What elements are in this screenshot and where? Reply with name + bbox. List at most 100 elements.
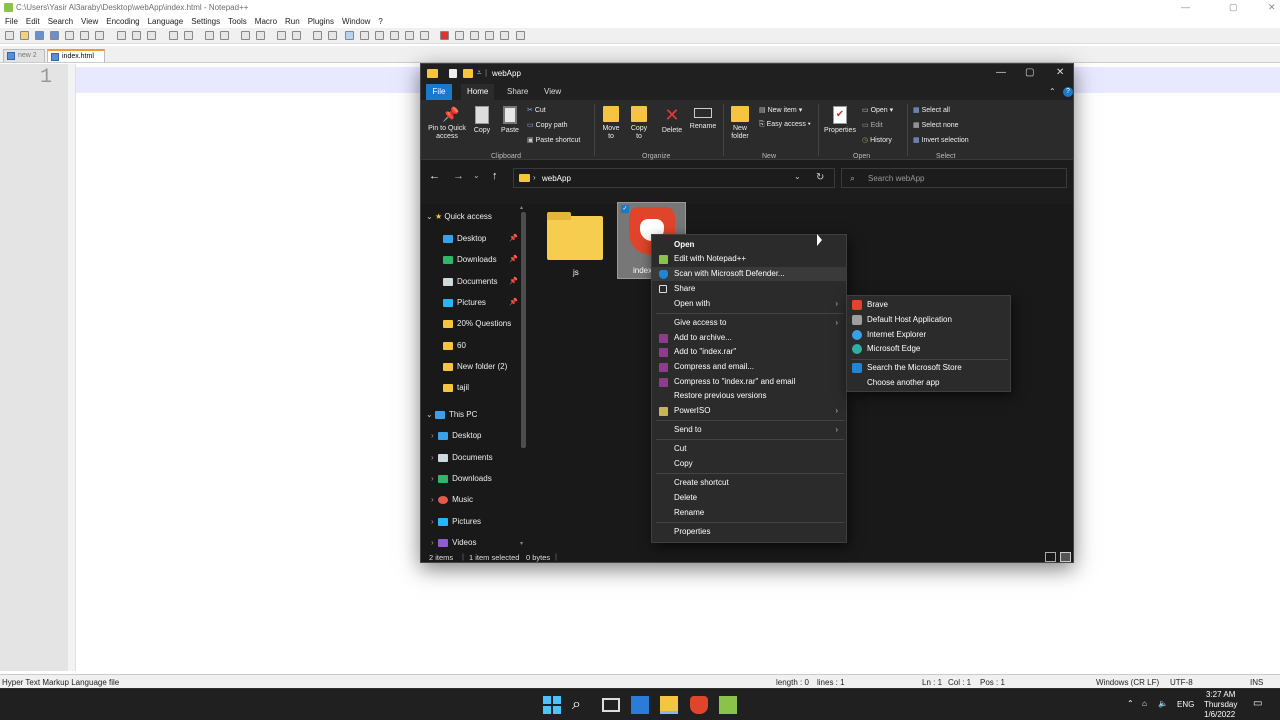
menu-file[interactable]: File: [5, 15, 18, 28]
edit-button[interactable]: ▭ Edit: [862, 121, 883, 129]
file-item-js[interactable]: js: [545, 212, 605, 282]
tab-file[interactable]: File: [426, 84, 452, 100]
notification-icon[interactable]: ▭: [1253, 698, 1262, 709]
nav-pc-pictures[interactable]: › Pictures: [431, 517, 481, 526]
menu-view[interactable]: View: [81, 15, 98, 28]
ctx-add-archive[interactable]: Add to archive...: [652, 331, 846, 345]
volume-icon[interactable]: 🔈: [1158, 699, 1168, 708]
clock-day[interactable]: Thursday: [1204, 700, 1237, 709]
ctx-properties[interactable]: Properties: [652, 525, 846, 539]
nav-item-downloads[interactable]: Downloads: [443, 255, 497, 264]
ctx-delete[interactable]: Delete: [652, 491, 846, 505]
record-macro-icon[interactable]: [440, 31, 449, 40]
new-folder-quick-icon[interactable]: [463, 69, 473, 78]
ctx-add-index-rar[interactable]: Add to "index.rar": [652, 345, 846, 359]
zoom-out-icon[interactable]: [256, 31, 265, 40]
open-with-choose[interactable]: Choose another app: [847, 376, 1010, 390]
nav-pc-videos[interactable]: › Videos: [431, 538, 476, 547]
find-icon[interactable]: [205, 31, 214, 40]
widgets-icon[interactable]: [631, 696, 649, 714]
history-button[interactable]: ◷ History: [862, 136, 892, 144]
invert-selection-button[interactable]: ▦ Invert selection: [913, 136, 969, 144]
move-to-button[interactable]: Move to: [599, 106, 623, 141]
nav-pc-downloads[interactable]: › Downloads: [431, 474, 492, 483]
open-with-default-host[interactable]: Default Host Application: [847, 313, 1010, 327]
scroll-down-icon[interactable]: ▾: [520, 540, 523, 547]
ctx-scan-defender[interactable]: Scan with Microsoft Defender...: [652, 267, 846, 281]
rename-button[interactable]: Rename: [687, 106, 719, 131]
nav-item-documents[interactable]: Documents: [443, 277, 497, 286]
wrap-icon[interactable]: [313, 31, 322, 40]
open-button[interactable]: ▭ Open ▾: [862, 106, 893, 114]
indent-guide-icon[interactable]: [345, 31, 354, 40]
tab-index-html[interactable]: index.html✕: [47, 49, 105, 73]
close-button[interactable]: ✕: [1268, 2, 1276, 13]
redo-icon[interactable]: [184, 31, 193, 40]
maximize-button[interactable]: ▢: [1229, 2, 1238, 13]
forward-icon[interactable]: →: [453, 170, 464, 182]
select-none-button[interactable]: ▦ Select none: [913, 121, 959, 129]
properties-quick-icon[interactable]: [449, 69, 457, 78]
folder-workspace-icon[interactable]: [405, 31, 414, 40]
menu-plugins[interactable]: Plugins: [308, 15, 334, 28]
nav-item-pictures[interactable]: Pictures: [443, 298, 486, 307]
nav-item-tajil[interactable]: tajil: [443, 383, 469, 392]
collapse-ribbon-icon[interactable]: ⌃: [1049, 87, 1056, 96]
save-icon[interactable]: [35, 31, 44, 40]
scroll-up-icon[interactable]: ▴: [520, 204, 523, 211]
close-all-icon[interactable]: [80, 31, 89, 40]
task-view-icon[interactable]: [602, 698, 620, 712]
explorer-maximize-button[interactable]: ▢: [1025, 67, 1034, 78]
menu-help[interactable]: ?: [378, 15, 382, 28]
ctx-cut[interactable]: Cut: [652, 442, 846, 456]
search-icon[interactable]: ⌕: [572, 696, 590, 714]
zoom-in-icon[interactable]: [241, 31, 250, 40]
close-file-icon[interactable]: [65, 31, 74, 40]
ctx-give-access[interactable]: Give access to ›: [652, 316, 846, 330]
undo-icon[interactable]: [169, 31, 178, 40]
nav-item-60[interactable]: 60: [443, 341, 466, 350]
explorer-minimize-button[interactable]: —: [996, 67, 1006, 78]
open-file-icon[interactable]: [20, 31, 29, 40]
replace-icon[interactable]: [220, 31, 229, 40]
select-all-button[interactable]: ▦ Select all: [913, 106, 950, 114]
search-box[interactable]: ⌕ Search webApp: [841, 168, 1067, 188]
menu-encoding[interactable]: Encoding: [106, 15, 139, 28]
explorer-close-button[interactable]: ✕: [1056, 67, 1064, 78]
recent-locations-icon[interactable]: ⌄: [473, 171, 480, 180]
open-with-ie[interactable]: Internet Explorer: [847, 328, 1010, 342]
copy-button[interactable]: Copy: [471, 106, 493, 135]
address-dropdown-icon[interactable]: ⌄: [794, 172, 801, 181]
clock-date[interactable]: 1/6/2022: [1204, 710, 1235, 719]
play-macro-icon[interactable]: [470, 31, 479, 40]
up-icon[interactable]: ↑: [492, 170, 498, 182]
tab-home[interactable]: Home: [461, 84, 495, 100]
nav-item-new-folder-2[interactable]: New folder (2): [443, 362, 507, 371]
show-hidden-icons[interactable]: ⌃: [1127, 699, 1134, 708]
ctx-copy[interactable]: Copy: [652, 457, 846, 471]
cut-icon[interactable]: [117, 31, 126, 40]
ctx-share[interactable]: Share: [652, 282, 846, 296]
nav-this-pc[interactable]: ⌄ This PC: [426, 410, 477, 419]
show-all-chars-icon[interactable]: [328, 31, 337, 40]
tab-new-2[interactable]: new 2: [3, 49, 45, 62]
selection-checkbox[interactable]: ✓: [621, 205, 629, 213]
stop-macro-icon[interactable]: [455, 31, 464, 40]
minimize-button[interactable]: —: [1181, 2, 1190, 12]
nav-scroll-thumb[interactable]: [521, 212, 526, 448]
ctx-edit-notepad[interactable]: Edit with Notepad++: [652, 252, 846, 266]
copy-icon[interactable]: [132, 31, 141, 40]
open-with-store[interactable]: Search the Microsoft Store: [847, 361, 1010, 375]
copy-path-button[interactable]: ▭ Copy path: [527, 121, 568, 129]
ctx-send-to[interactable]: Send to ›: [652, 423, 846, 437]
save-macro-icon[interactable]: [500, 31, 509, 40]
new-item-button[interactable]: ▤ New item ▾: [759, 106, 802, 114]
open-with-edge[interactable]: Microsoft Edge: [847, 342, 1010, 356]
ctx-open-with[interactable]: Open with ›: [652, 297, 846, 311]
language-indicator[interactable]: ENG: [1177, 700, 1194, 709]
tab-share[interactable]: Share: [507, 87, 528, 96]
function-list-icon[interactable]: [390, 31, 399, 40]
save-all-icon[interactable]: [50, 31, 59, 40]
easy-access-button[interactable]: ⎘ Easy access ▾: [759, 121, 811, 129]
ctx-create-shortcut[interactable]: Create shortcut: [652, 476, 846, 490]
